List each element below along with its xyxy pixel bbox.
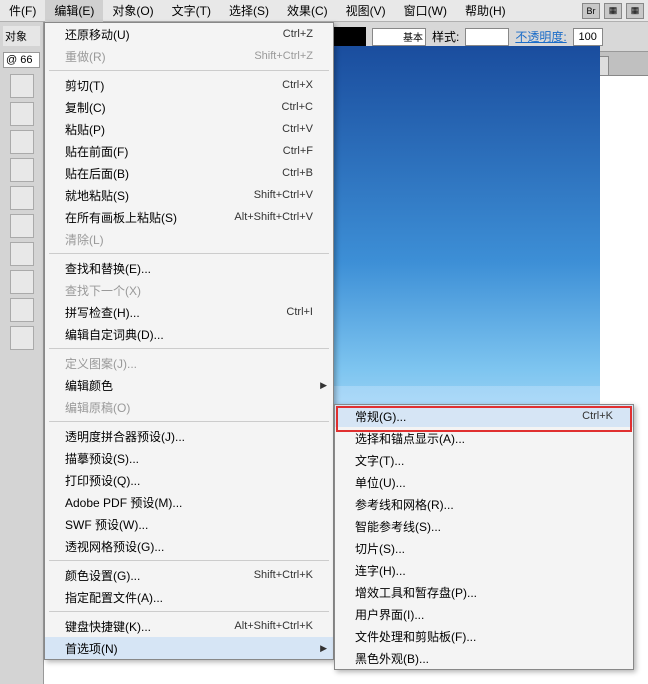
pref-general-item[interactable]: 常规(G)...Ctrl+K: [335, 405, 633, 427]
define-pattern-item[interactable]: 定义图案(J)...: [45, 352, 333, 374]
preferences-item[interactable]: 首选项(N): [45, 637, 333, 659]
menu-edit[interactable]: 编辑(E): [45, 0, 103, 22]
menu-text[interactable]: 文字(T): [163, 0, 220, 22]
opacity-label[interactable]: 不透明度:: [515, 28, 566, 45]
menu-help[interactable]: 帮助(H): [456, 0, 515, 22]
menu-window[interactable]: 窗口(W): [395, 0, 456, 22]
spellcheck-item[interactable]: 拼写检查(H)...Ctrl+I: [45, 301, 333, 323]
paste-front-item[interactable]: 贴在前面(F)Ctrl+F: [45, 140, 333, 162]
menu-effect[interactable]: 效果(C): [278, 0, 337, 22]
stroke-swatch[interactable]: [332, 27, 366, 47]
brush-dropdown[interactable]: 基本: [372, 28, 426, 46]
tool-8[interactable]: [10, 270, 34, 294]
tool-2[interactable]: [10, 102, 34, 126]
transparency-preset-item[interactable]: 透明度拼合器预设(J)...: [45, 425, 333, 447]
pref-black-appearance-item[interactable]: 黑色外观(B)...: [335, 647, 633, 669]
edit-original-item[interactable]: 编辑原稿(O): [45, 396, 333, 418]
pref-text-item[interactable]: 文字(T)...: [335, 449, 633, 471]
paste-inplace-item[interactable]: 就地粘贴(S)Shift+Ctrl+V: [45, 184, 333, 206]
clear-item[interactable]: 清除(L): [45, 228, 333, 250]
menubar: 件(F) 编辑(E) 对象(O) 文字(T) 选择(S) 效果(C) 视图(V)…: [0, 0, 648, 22]
print-preset-item[interactable]: 打印预设(Q)...: [45, 469, 333, 491]
pref-hyphen-item[interactable]: 连字(H)...: [335, 559, 633, 581]
opacity-value[interactable]: 100: [573, 28, 603, 46]
swf-preset-item[interactable]: SWF 预设(W)...: [45, 513, 333, 535]
pref-selection-anchor-item[interactable]: 选择和锚点显示(A)...: [335, 427, 633, 449]
pref-file-clipboard-item[interactable]: 文件处理和剪贴板(F)...: [335, 625, 633, 647]
keyboard-shortcuts-item[interactable]: 键盘快捷键(K)...Alt+Shift+Ctrl+K: [45, 615, 333, 637]
tool-5[interactable]: [10, 186, 34, 210]
style-label: 样式:: [432, 28, 459, 45]
pref-slices-item[interactable]: 切片(S)...: [335, 537, 633, 559]
assign-profile-item[interactable]: 指定配置文件(A)...: [45, 586, 333, 608]
toolbar-icon-1[interactable]: ▦: [604, 3, 622, 19]
trace-preset-item[interactable]: 描摹预设(S)...: [45, 447, 333, 469]
tool-6[interactable]: [10, 214, 34, 238]
find-next-item[interactable]: 查找下一个(X): [45, 279, 333, 301]
paste-back-item[interactable]: 贴在后面(B)Ctrl+B: [45, 162, 333, 184]
pref-ui-item[interactable]: 用户界面(I)...: [335, 603, 633, 625]
color-settings-item[interactable]: 颜色设置(G)...Shift+Ctrl+K: [45, 564, 333, 586]
undo-item[interactable]: 还原移动(U)Ctrl+Z: [45, 23, 333, 45]
perspective-preset-item[interactable]: 透视网格预设(G)...: [45, 535, 333, 557]
zoom-field[interactable]: @ 66: [3, 52, 40, 68]
pref-plugins-item[interactable]: 增效工具和暂存盘(P)...: [335, 581, 633, 603]
pref-smart-guides-item[interactable]: 智能参考线(S)...: [335, 515, 633, 537]
style-dropdown[interactable]: [465, 28, 509, 46]
find-replace-item[interactable]: 查找和替换(E)...: [45, 257, 333, 279]
cut-item[interactable]: 剪切(T)Ctrl+X: [45, 74, 333, 96]
menu-select[interactable]: 选择(S): [220, 0, 278, 22]
pdf-preset-item[interactable]: Adobe PDF 预设(M)...: [45, 491, 333, 513]
menu-view[interactable]: 视图(V): [337, 0, 395, 22]
tool-4[interactable]: [10, 158, 34, 182]
paste-allartboards-item[interactable]: 在所有画板上粘贴(S)Alt+Shift+Ctrl+V: [45, 206, 333, 228]
tool-9[interactable]: [10, 298, 34, 322]
menu-object[interactable]: 对象(O): [103, 0, 162, 22]
custom-dict-item[interactable]: 编辑自定词典(D)...: [45, 323, 333, 345]
objects-label: 对象: [3, 26, 40, 46]
tool-3[interactable]: [10, 130, 34, 154]
tool-10[interactable]: [10, 326, 34, 350]
paste-item[interactable]: 粘贴(P)Ctrl+V: [45, 118, 333, 140]
edit-menu-dropdown: 还原移动(U)Ctrl+Z 重做(R)Shift+Ctrl+Z 剪切(T)Ctr…: [44, 22, 334, 660]
pref-units-item[interactable]: 单位(U)...: [335, 471, 633, 493]
preferences-submenu: 常规(G)...Ctrl+K 选择和锚点显示(A)... 文字(T)... 单位…: [334, 404, 634, 670]
bridge-button[interactable]: Br: [582, 3, 600, 19]
tool-1[interactable]: [10, 74, 34, 98]
pref-guides-grid-item[interactable]: 参考线和网格(R)...: [335, 493, 633, 515]
menu-file[interactable]: 件(F): [0, 0, 45, 22]
left-panel: 对象 @ 66: [0, 22, 44, 684]
copy-item[interactable]: 复制(C)Ctrl+C: [45, 96, 333, 118]
edit-colors-item[interactable]: 编辑颜色: [45, 374, 333, 396]
redo-item[interactable]: 重做(R)Shift+Ctrl+Z: [45, 45, 333, 67]
tool-7[interactable]: [10, 242, 34, 266]
toolbar-icon-2[interactable]: ▦: [626, 3, 644, 19]
